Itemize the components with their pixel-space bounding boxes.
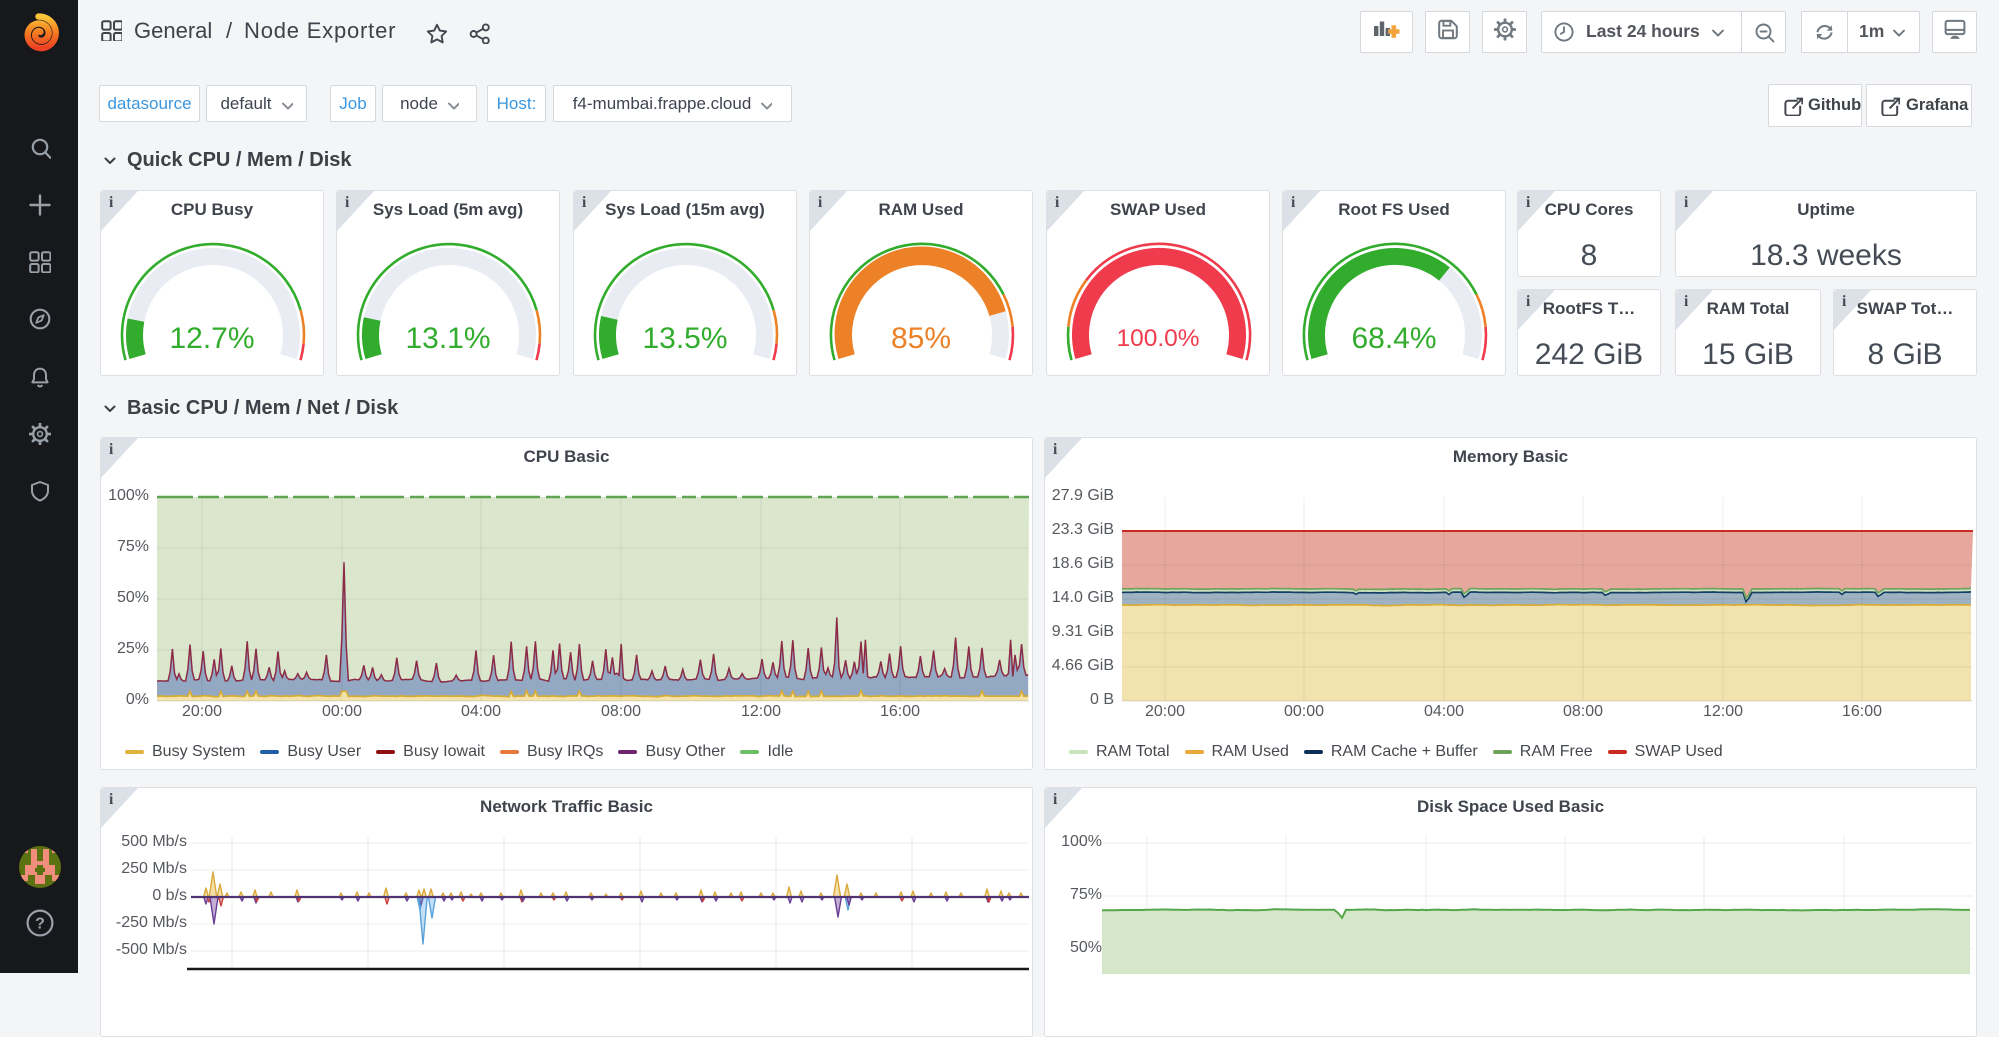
- svg-text:?: ?: [35, 916, 45, 933]
